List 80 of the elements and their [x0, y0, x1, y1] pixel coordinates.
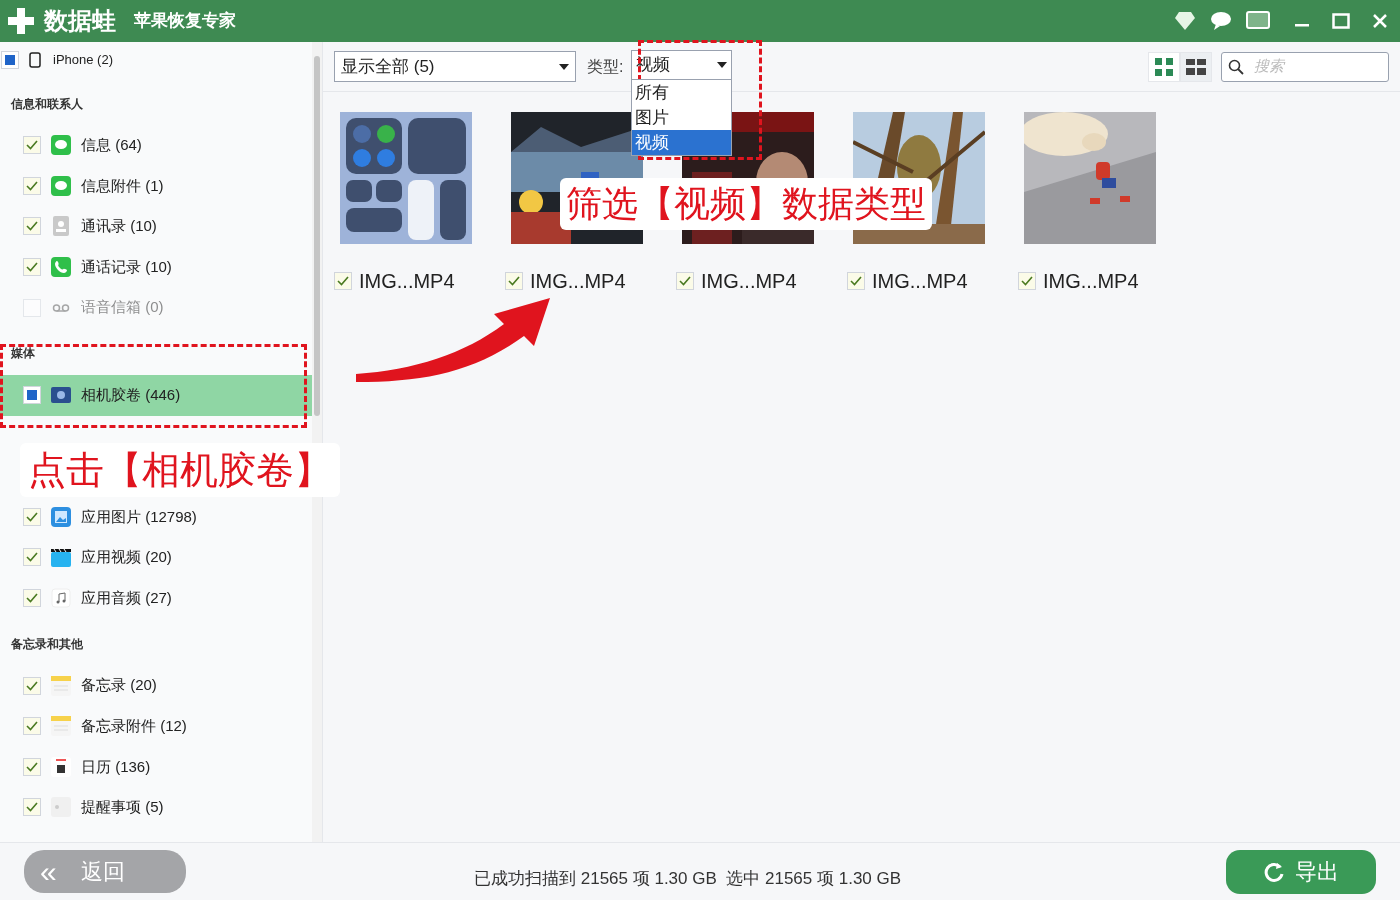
app-subtitle: 苹果恢复专家 — [134, 10, 236, 33]
checkbox[interactable] — [23, 258, 41, 277]
sidebar-item[interactable]: 备忘录附件 (12) — [0, 705, 312, 747]
checkbox[interactable] — [23, 798, 41, 817]
sidebar-item[interactable]: 通讯录 (10) — [0, 206, 312, 247]
checkbox[interactable] — [23, 386, 41, 405]
camera-icon — [51, 385, 71, 406]
checkbox[interactable] — [334, 272, 352, 290]
tile-icon — [1186, 58, 1206, 75]
export-button[interactable]: 导出 — [1226, 849, 1376, 894]
checkbox[interactable] — [23, 217, 41, 236]
search-field[interactable]: 搜索 — [1221, 51, 1389, 82]
dropdown-option[interactable]: 视频 — [632, 130, 732, 155]
annotation-callout: 点击【相机胶卷】 — [20, 443, 340, 497]
sidebar-item[interactable]: 应用视频 (20) — [0, 537, 312, 578]
image-icon — [51, 506, 71, 527]
phone-icon — [51, 257, 71, 278]
grid-view-button[interactable] — [1148, 51, 1180, 82]
sidebar-item[interactable]: 通话记录 (10) — [0, 246, 312, 288]
message-icon — [51, 175, 71, 196]
caret-icon — [717, 62, 728, 68]
maximize-icon[interactable] — [1332, 13, 1350, 29]
scrollbar[interactable] — [312, 42, 322, 842]
plus-logo-icon — [6, 6, 36, 36]
sidebar-item[interactable]: 相机胶卷 (446) — [0, 374, 312, 416]
type-label: 类型: — [587, 56, 624, 77]
checkbox[interactable] — [847, 272, 865, 290]
file-name: IMG...MP4 — [530, 269, 626, 294]
close-icon[interactable] — [1372, 13, 1388, 29]
sidebar-item[interactable]: 备忘录 (20) — [0, 665, 312, 706]
checkbox[interactable] — [676, 272, 694, 290]
section-heading: 备忘录和其他 — [11, 635, 83, 653]
caret-icon — [559, 63, 569, 70]
file-name: IMG...MP4 — [701, 269, 797, 294]
filter-dropdown[interactable]: 显示全部 (5) — [334, 51, 576, 82]
file-name: IMG...MP4 — [1043, 269, 1139, 294]
checkbox[interactable] — [505, 272, 523, 290]
sidebar-item[interactable]: 提醒事项 (5) — [0, 787, 312, 828]
section-heading: 媒体 — [11, 345, 35, 363]
sidebar-item[interactable]: 应用音频 (27) — [0, 577, 312, 619]
sidebar-item[interactable]: 信息附件 (1) — [0, 165, 312, 207]
checkbox[interactable] — [23, 757, 41, 776]
chat-icon[interactable] — [1210, 11, 1232, 31]
status-text: 已成功扫描到 21565 项 1.30 GB 选中 21565 项 1.30 GB — [474, 867, 902, 890]
app-brand: 数据蛙 — [44, 6, 116, 36]
file-name: IMG...MP4 — [359, 269, 455, 294]
music-note-icon — [51, 588, 71, 609]
message-icon — [51, 135, 71, 156]
section-heading: 信息和联系人 — [11, 95, 83, 113]
checkbox[interactable] — [1, 51, 19, 69]
monitor-icon[interactable] — [1246, 11, 1270, 31]
sidebar-item[interactable]: 日历 (136) — [0, 746, 312, 788]
notes-icon — [51, 675, 71, 696]
list-view-button[interactable] — [1180, 51, 1212, 82]
checkbox[interactable] — [23, 507, 41, 526]
diamond-icon[interactable] — [1174, 11, 1196, 31]
device-label[interactable]: iPhone (2) — [53, 50, 113, 70]
file-name: IMG...MP4 — [872, 269, 968, 294]
dropdown-option[interactable]: 图片 — [632, 105, 732, 130]
checkbox[interactable] — [23, 717, 41, 736]
search-icon — [1228, 58, 1244, 75]
notes-icon — [51, 716, 71, 737]
checkbox[interactable] — [23, 136, 41, 155]
clapper-icon — [51, 547, 71, 568]
checkbox[interactable] — [1018, 272, 1036, 290]
checkbox[interactable] — [23, 589, 41, 608]
calendar-icon — [51, 756, 71, 777]
dropdown-option[interactable]: 所有 — [632, 80, 732, 105]
checkbox[interactable] — [23, 548, 41, 567]
search-input[interactable]: 搜索 — [1254, 55, 1374, 78]
contacts-icon — [51, 216, 71, 237]
phone-device-icon — [29, 52, 41, 68]
annotation-callout: 筛选【视频】数据类型 — [560, 178, 932, 230]
sidebar-item[interactable]: 应用图片 (12798) — [0, 496, 312, 538]
grid-icon — [1155, 57, 1173, 76]
checkbox[interactable] — [23, 676, 41, 695]
checkbox[interactable] — [23, 176, 41, 195]
refresh-icon — [1263, 860, 1285, 883]
sidebar-item[interactable]: 信息 (64) — [0, 125, 312, 166]
reminder-icon — [51, 797, 71, 818]
